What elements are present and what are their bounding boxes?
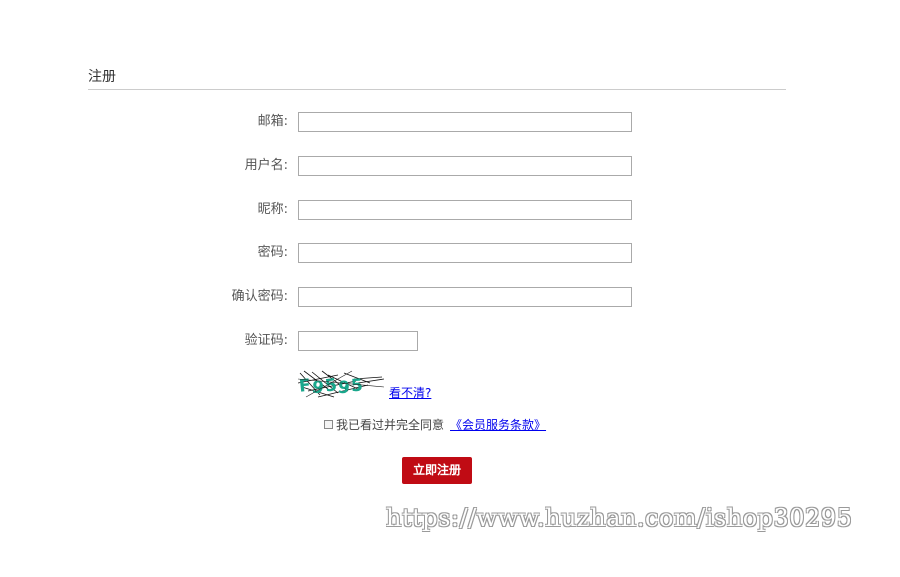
svg-text:9: 9 xyxy=(337,378,351,399)
terms-link[interactable]: 《会员服务条款》 xyxy=(450,416,546,433)
captcha-image[interactable]: F 9 5 9 5 xyxy=(298,369,384,399)
agreement-checkbox[interactable] xyxy=(324,419,333,429)
nickname-label: 昵称: xyxy=(257,202,288,217)
captcha-label: 验证码: xyxy=(244,333,288,348)
email-label: 邮箱: xyxy=(257,114,288,129)
svg-text:5: 5 xyxy=(350,376,363,397)
watermark-text: https://www.huzhan.com/ishop30295 xyxy=(386,504,853,532)
captcha-field[interactable] xyxy=(298,331,418,351)
nickname-field[interactable] xyxy=(298,200,632,220)
title-divider xyxy=(88,89,786,90)
refresh-captcha-link[interactable]: 看不清? xyxy=(389,384,431,401)
username-label: 用户名: xyxy=(244,158,288,173)
password-field[interactable] xyxy=(298,243,632,263)
register-section-title: 注册 xyxy=(88,69,116,85)
email-field[interactable] xyxy=(298,112,632,132)
password-label: 密码: xyxy=(257,245,288,260)
agreement-text: 我已看过并完全同意 xyxy=(336,417,445,432)
confirm-password-label: 确认密码: xyxy=(231,289,288,304)
svg-text:F: F xyxy=(298,376,312,397)
register-button[interactable]: 立即注册 xyxy=(402,457,472,484)
username-field[interactable] xyxy=(298,156,632,176)
confirm-password-field[interactable] xyxy=(298,287,632,307)
agreement-row: 我已看过并完全同意 《会员服务条款》 xyxy=(324,416,546,432)
